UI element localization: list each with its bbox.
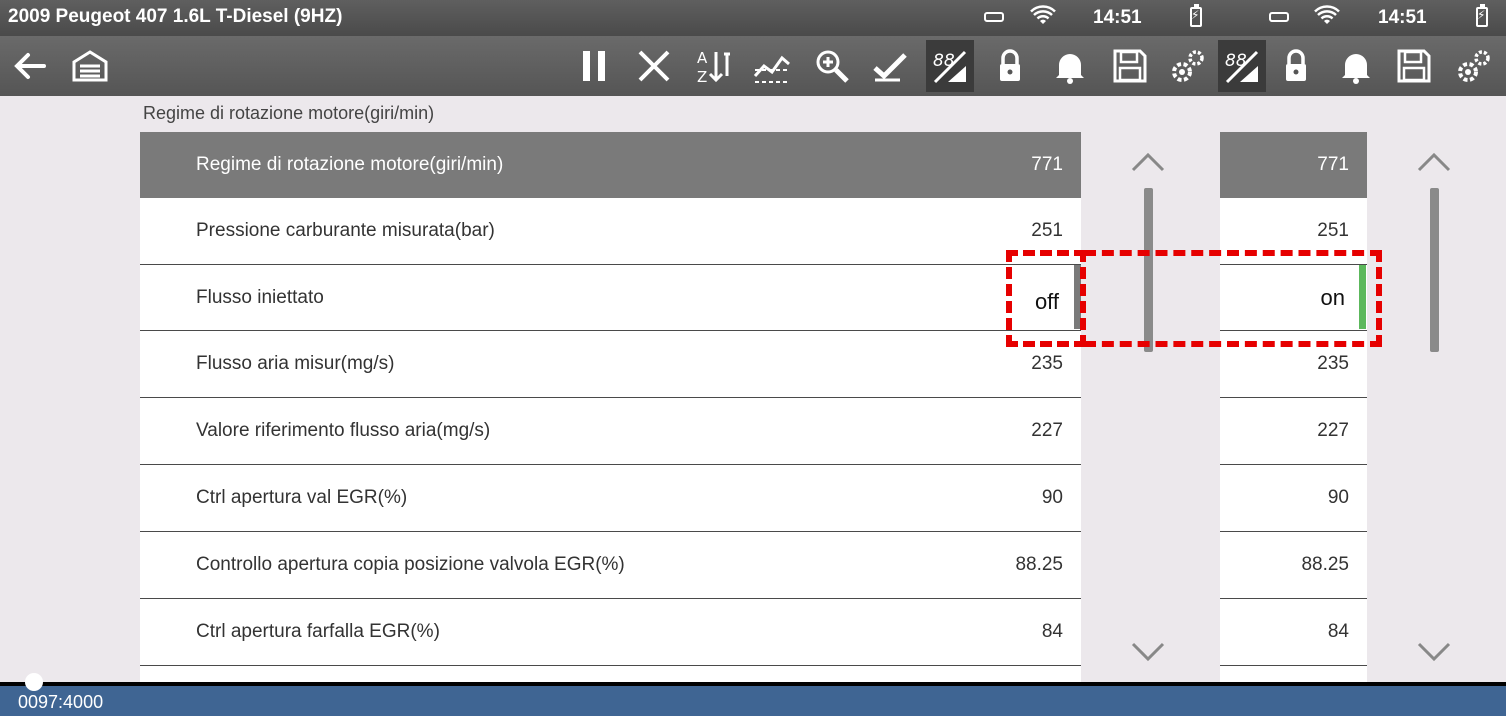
table-row[interactable]: 88.25 [1220, 532, 1367, 599]
zoom-icon[interactable] [808, 40, 856, 92]
clock-left: 14:51 [1093, 7, 1142, 28]
cast-icon [1269, 12, 1289, 22]
table-row[interactable]: 227 [1220, 398, 1367, 465]
battery-icon [1190, 4, 1202, 27]
battery-icon [1476, 4, 1488, 27]
status-bar: 2009 Peugeot 407 1.6L T-Diesel (9HZ) 14:… [0, 0, 1506, 36]
pid-name: Ctrl apertura farfalla EGR(%) [196, 621, 440, 642]
table-row[interactable]: Valore riferimento flusso aria(mg/s) 227 [140, 398, 1081, 465]
lock-icon[interactable] [1272, 40, 1320, 92]
scroll-up-button[interactable] [1128, 148, 1168, 176]
lock-icon[interactable] [986, 40, 1034, 92]
garage-icon[interactable] [66, 40, 114, 92]
bell-icon[interactable] [1046, 40, 1094, 92]
close-icon[interactable] [630, 40, 678, 92]
pid-value: 251 [1317, 220, 1349, 241]
cast-icon [984, 12, 1004, 22]
pid-value: 771 [1317, 154, 1349, 175]
digits-icon[interactable]: 88 [1218, 40, 1266, 92]
pid-name: Controllo apertura copia posizione valvo… [196, 554, 625, 575]
wifi-icon [1314, 4, 1340, 34]
clock-right: 14:51 [1378, 7, 1427, 28]
pid-value: 84 [1327, 621, 1349, 642]
pause-icon[interactable] [570, 40, 618, 92]
table-row-selected[interactable]: Regime di rotazione motore(giri/min) 771 [140, 132, 1081, 198]
scrollbar-thumb[interactable] [1430, 188, 1439, 352]
save-icon[interactable] [1390, 40, 1438, 92]
playback-position: 0097:4000 [18, 692, 104, 712]
pid-value: 235 [1317, 353, 1349, 374]
sort-az-icon[interactable]: AZ [690, 40, 738, 92]
pid-name: Ctrl apertura val EGR(%) [196, 487, 408, 508]
wifi-icon [1030, 4, 1056, 34]
scroll-down-button[interactable] [1128, 638, 1168, 666]
vehicle-title: 2009 Peugeot 407 1.6L T-Diesel (9HZ) [8, 6, 343, 27]
svg-text:88: 88 [1225, 51, 1247, 71]
highlight-box-on [1084, 250, 1382, 347]
table-row-selected[interactable]: 771 [1220, 132, 1367, 198]
pid-value: 235 [1031, 353, 1063, 374]
pid-value: 88.25 [1301, 554, 1349, 575]
settings-icon[interactable] [1164, 40, 1212, 92]
playback-slider-handle[interactable] [25, 673, 43, 691]
svg-text:Z: Z [697, 68, 707, 86]
table-row[interactable]: Ctrl apertura farfalla EGR(%) 84 [140, 599, 1081, 666]
pid-value: 771 [1031, 154, 1063, 175]
table-row[interactable]: Flusso aria misur(mg/s) 235 [140, 331, 1081, 398]
table-row[interactable]: Pressione carburante misurata(bar) 251 [140, 198, 1081, 265]
table-row[interactable]: 84 [1220, 599, 1367, 666]
pid-name: Regime di rotazione motore(giri/min) [196, 154, 504, 175]
pid-value: 88.25 [1015, 554, 1063, 575]
highlight-box-off [1006, 250, 1086, 347]
scroll-up-button[interactable] [1414, 148, 1454, 176]
pid-name: Flusso aria misur(mg/s) [196, 353, 395, 374]
pid-name: Flusso iniettato [196, 287, 324, 308]
pid-value: 251 [1031, 220, 1063, 241]
svg-text:88: 88 [933, 51, 955, 71]
table-row[interactable]: 90 [1220, 465, 1367, 532]
bell-icon[interactable] [1332, 40, 1380, 92]
pid-list: Regime di rotazione motore(giri/min) 771… [140, 132, 1081, 682]
pid-value: 84 [1041, 621, 1063, 642]
compare-value-list: 771 251 on 235 227 90 88.25 84 [1220, 132, 1367, 682]
table-row[interactable]: Flusso iniettato off [140, 265, 1081, 331]
graph-icon[interactable] [748, 40, 796, 92]
pid-name: Pressione carburante misurata(bar) [196, 220, 495, 241]
toolbar: AZ 88 88 [0, 36, 1506, 96]
save-icon[interactable] [1106, 40, 1154, 92]
pid-value: 227 [1317, 420, 1349, 441]
playback-bar[interactable]: 0097:4000 [0, 682, 1506, 716]
scroll-down-button[interactable] [1414, 638, 1454, 666]
pid-name: Valore riferimento flusso aria(mg/s) [196, 420, 491, 441]
settings-icon[interactable] [1450, 40, 1498, 92]
back-arrow-icon[interactable] [6, 40, 54, 92]
pid-value: 90 [1041, 487, 1063, 508]
check-icon[interactable] [866, 40, 914, 92]
table-row[interactable]: Controllo apertura copia posizione valvo… [140, 532, 1081, 599]
svg-text:A: A [697, 49, 708, 67]
digits-icon[interactable]: 88 [926, 40, 974, 92]
pid-value: 90 [1327, 487, 1349, 508]
table-row[interactable]: Ctrl apertura val EGR(%) 90 [140, 465, 1081, 532]
pid-value: 227 [1031, 420, 1063, 441]
section-title: Regime di rotazione motore(giri/min) [143, 103, 435, 123]
